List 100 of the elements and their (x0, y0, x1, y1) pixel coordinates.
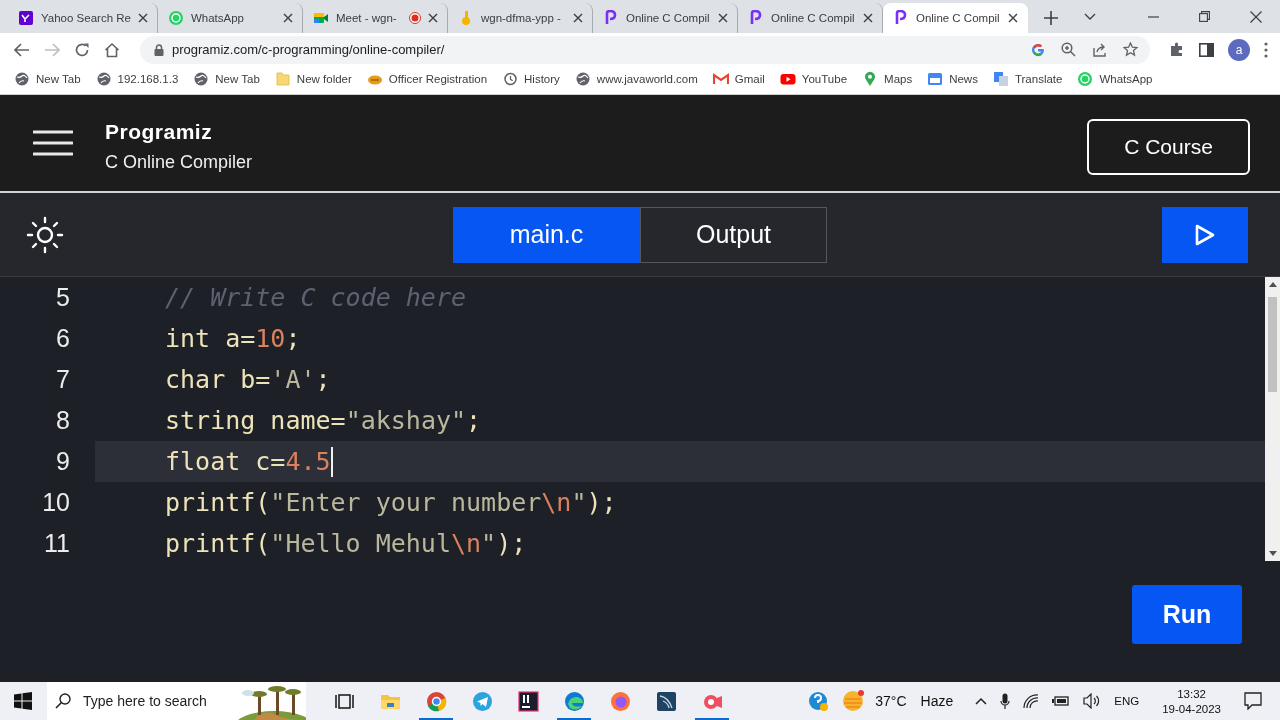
address-field[interactable]: programiz.com/c-programming/online-compiler/ (140, 35, 1150, 64)
fox-browser-icon[interactable] (609, 690, 631, 712)
bookmark[interactable]: History (502, 70, 560, 87)
profile-avatar[interactable]: a (1228, 38, 1250, 61)
tab-title: wgn-dfma-ypp - (480, 12, 562, 24)
lock-icon (154, 43, 164, 56)
bookmark[interactable]: New Tab (193, 70, 260, 87)
code-line[interactable]: char b='A'; (95, 359, 1265, 400)
search-placeholder: Type here to search (83, 693, 207, 709)
battery-icon[interactable] (1052, 695, 1071, 707)
file-tab[interactable]: Output (640, 206, 827, 263)
line-number: 7 (55, 364, 70, 395)
more-icon[interactable] (1264, 41, 1268, 58)
run-button[interactable] (1162, 206, 1248, 263)
clock-date[interactable]: 19-04-2023 (1162, 702, 1221, 715)
bookmark[interactable]: New Tab (14, 70, 81, 87)
logo[interactable]: Programiz (105, 119, 253, 144)
course-button[interactable]: C Course (1087, 119, 1250, 175)
code-line[interactable]: printf("Enter your number\n"); (95, 482, 1265, 523)
tab-title: Meet - wgn- (335, 12, 398, 24)
language-indicator[interactable]: ENG (1114, 695, 1140, 707)
microphone-icon[interactable] (1000, 693, 1011, 709)
close-icon[interactable] (572, 13, 583, 23)
page-subtitle: C Online Compiler (105, 151, 253, 173)
code-line[interactable]: printf("Hello Mehul\n"); (95, 523, 1265, 564)
theme-sun-icon[interactable] (26, 215, 64, 254)
bookmark[interactable]: New folder (274, 70, 352, 87)
side-panel-icon[interactable] (1199, 42, 1214, 57)
close-icon[interactable] (717, 13, 728, 23)
bookmark[interactable]: 192.168.1.3 (95, 70, 179, 87)
clock-time[interactable]: 13:32 (1177, 687, 1206, 700)
paper-plane-icon[interactable] (471, 690, 493, 712)
back-icon[interactable] (14, 42, 30, 57)
new-tab-icon[interactable] (1043, 11, 1058, 25)
help-icon[interactable] (807, 690, 829, 712)
google-icon[interactable] (1031, 42, 1045, 57)
minimize-icon[interactable] (1148, 15, 1159, 18)
newspaper-icon (927, 70, 944, 87)
search-icon (55, 693, 71, 709)
close-icon[interactable] (427, 13, 438, 23)
wave-browser-icon[interactable] (563, 690, 585, 712)
ide-icon[interactable] (517, 690, 539, 712)
bookmark[interactable]: Translate (992, 70, 1063, 87)
star-icon[interactable] (1123, 42, 1138, 57)
bookmark[interactable]: WhatsApp (1077, 70, 1153, 87)
weather-sun-icon (841, 689, 866, 713)
menu-icon[interactable] (33, 130, 73, 156)
bookmark[interactable]: News (927, 70, 978, 87)
chat-bubble-icon (167, 10, 184, 26)
play-icon (1195, 223, 1215, 246)
bookmark[interactable]: Officer Registration (366, 70, 488, 87)
temperature: 37°C (875, 693, 907, 709)
speaker-icon[interactable] (1083, 693, 1102, 709)
taskbar-search-field[interactable]: Type here to search (47, 682, 307, 720)
close-icon[interactable] (862, 13, 873, 23)
globe-icon (574, 70, 591, 87)
globe-icon (95, 70, 112, 87)
file-tab[interactable]: main.c (453, 206, 640, 263)
weather-text: Haze (920, 693, 954, 709)
zoom-icon[interactable] (1061, 42, 1076, 57)
scrollbar-thumb[interactable] (1268, 296, 1277, 392)
chevron-down-icon[interactable] (1084, 12, 1096, 21)
close-icon[interactable] (1250, 10, 1262, 23)
wifi-icon[interactable] (1023, 694, 1040, 708)
reload-icon[interactable] (74, 41, 90, 58)
browser-icon[interactable] (425, 690, 447, 712)
line-number: 10 (41, 487, 70, 518)
folder-icon (274, 70, 291, 87)
close-icon[interactable] (137, 13, 148, 23)
browser-tab[interactable]: Online C Compil (882, 3, 1028, 33)
windows-start-icon[interactable] (14, 692, 32, 710)
restore-icon[interactable] (1199, 11, 1210, 22)
puzzle-icon[interactable] (1170, 42, 1185, 57)
history-icon (502, 70, 519, 87)
scrollbar[interactable] (1265, 277, 1280, 561)
run-button[interactable]: Run (1132, 585, 1242, 644)
code-line[interactable]: int a=10; (95, 318, 1265, 359)
bookmark[interactable]: Gmail (712, 70, 765, 87)
close-icon[interactable] (282, 13, 293, 23)
notification-icon[interactable] (1244, 692, 1262, 710)
line-number: 5 (55, 282, 70, 313)
share-icon[interactable] (1092, 42, 1107, 57)
globe-icon (14, 70, 30, 87)
globe-icon (193, 70, 210, 87)
bookmark[interactable]: YouTube (779, 70, 848, 87)
bookmark[interactable]: Maps (862, 70, 913, 87)
dolphin-icon[interactable] (655, 690, 677, 712)
line-number: 6 (55, 323, 70, 354)
line-number: 11 (43, 528, 70, 559)
bookmark[interactable]: www.javaworld.com (574, 70, 698, 87)
scroll-up-icon (1268, 282, 1277, 287)
chat-bubble-icon (1077, 70, 1094, 87)
tab-title: Online C Compil (770, 12, 856, 24)
close-icon[interactable] (1007, 13, 1018, 23)
video-camera-icon (312, 10, 329, 26)
code-line[interactable]: string name="akshay"; (95, 400, 1265, 441)
yahoo-logo-icon (18, 10, 34, 26)
chevron-up-icon[interactable] (975, 697, 988, 705)
translate-icon (992, 70, 1009, 87)
home-icon[interactable] (104, 41, 120, 58)
